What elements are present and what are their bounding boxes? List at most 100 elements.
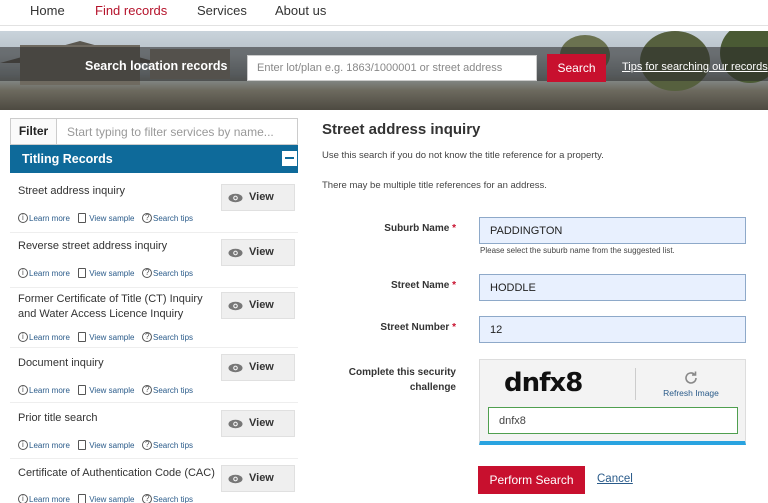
service-filter: Filter: [10, 118, 298, 145]
search-tips-link[interactable]: Tips for searching our records: [622, 61, 768, 73]
captcha-image: dnfx8: [504, 368, 583, 398]
nav-home[interactable]: Home: [30, 3, 65, 18]
help-icon: [142, 213, 152, 223]
captcha-divider: [635, 368, 636, 400]
suburb-input[interactable]: [479, 217, 746, 244]
view-label: View: [249, 191, 274, 203]
view-label: View: [249, 472, 274, 484]
search-tips-link[interactable]: Search tips: [142, 268, 193, 278]
perform-search-button[interactable]: Perform Search: [478, 466, 585, 494]
security-challenge: dnfx8 Refresh Image: [479, 359, 746, 445]
nav-services[interactable]: Services: [197, 3, 247, 18]
info-icon: [18, 268, 28, 278]
document-icon: [78, 440, 86, 450]
help-icon: [142, 385, 152, 395]
search-tips-link[interactable]: Search tips: [142, 494, 193, 503]
document-icon: [78, 332, 86, 342]
captcha-input[interactable]: [488, 407, 738, 434]
intro-note: There may be multiple title references f…: [322, 180, 547, 191]
document-icon: [78, 494, 86, 503]
street-input[interactable]: [479, 274, 746, 301]
service-title: Prior title search: [18, 412, 98, 424]
eye-icon: [228, 248, 243, 258]
service-item: Street address inquiry View Learn more V…: [10, 180, 298, 233]
help-icon: [142, 268, 152, 278]
view-button[interactable]: View: [221, 410, 295, 437]
refresh-image-button[interactable]: Refresh Image: [656, 370, 726, 402]
view-sample-link[interactable]: View sample: [78, 494, 134, 503]
search-location-label: Search location records: [85, 59, 228, 73]
service-item: Prior title search View Learn more View …: [10, 407, 298, 459]
search-tips-link[interactable]: Search tips: [142, 213, 193, 223]
suburb-label: Suburb Name *: [384, 223, 456, 234]
search-tips-link[interactable]: Search tips: [142, 332, 193, 342]
info-icon: [18, 385, 28, 395]
nav-find-records[interactable]: Find records: [95, 3, 167, 18]
intro-text: Use this search if you do not know the t…: [322, 150, 604, 161]
search-tips-link[interactable]: Search tips: [142, 385, 193, 395]
street-number-label: Street Number *: [380, 322, 456, 333]
view-label: View: [249, 417, 274, 429]
view-sample-link[interactable]: View sample: [78, 332, 134, 342]
filter-input[interactable]: [58, 119, 296, 144]
collapse-icon[interactable]: [282, 151, 297, 166]
info-icon: [18, 494, 28, 503]
top-navigation: Home Find records Services About us: [0, 0, 768, 26]
view-button[interactable]: View: [221, 239, 295, 266]
eye-icon: [228, 474, 243, 484]
service-title: Former Certificate of Title (CT) Inquiry…: [18, 293, 203, 320]
info-icon: [18, 440, 28, 450]
location-search-input[interactable]: [247, 55, 537, 81]
learn-more-link[interactable]: Learn more: [18, 268, 70, 278]
nav-about-us[interactable]: About us: [275, 3, 326, 18]
view-sample-link[interactable]: View sample: [78, 385, 134, 395]
cancel-link[interactable]: Cancel: [597, 473, 633, 485]
eye-icon: [228, 363, 243, 373]
service-title: Street address inquiry: [18, 185, 125, 197]
eye-icon: [228, 301, 243, 311]
refresh-icon: [685, 371, 697, 384]
refresh-label: Refresh Image: [663, 388, 719, 398]
service-item: Former Certificate of Title (CT) Inquiry…: [10, 290, 298, 348]
document-icon: [78, 268, 86, 278]
street-number-input[interactable]: [479, 316, 746, 343]
info-icon: [18, 332, 28, 342]
service-title: Certificate of Authentication Code (CAC): [18, 467, 215, 479]
service-item: Document inquiry View Learn more View sa…: [10, 352, 298, 403]
filter-label: Filter: [11, 119, 57, 144]
search-button[interactable]: Search: [547, 54, 606, 82]
view-label: View: [249, 246, 274, 258]
service-item: Reverse street address inquiry View Lear…: [10, 235, 298, 288]
view-button[interactable]: View: [221, 465, 295, 492]
search-tips-link[interactable]: Search tips: [142, 440, 193, 450]
document-icon: [78, 385, 86, 395]
view-label: View: [249, 361, 274, 373]
hero-banner: Search location records Search Tips for …: [0, 31, 768, 110]
learn-more-link[interactable]: Learn more: [18, 213, 70, 223]
eye-icon: [228, 419, 243, 429]
view-sample-link[interactable]: View sample: [78, 268, 134, 278]
view-sample-link[interactable]: View sample: [78, 440, 134, 450]
learn-more-link[interactable]: Learn more: [18, 440, 70, 450]
help-icon: [142, 494, 152, 503]
group-title: Titling Records: [22, 152, 113, 166]
learn-more-link[interactable]: Learn more: [18, 385, 70, 395]
view-sample-link[interactable]: View sample: [78, 213, 134, 223]
help-icon: [142, 440, 152, 450]
document-icon: [78, 213, 86, 223]
help-icon: [142, 332, 152, 342]
service-title: Document inquiry: [18, 357, 104, 369]
learn-more-link[interactable]: Learn more: [18, 332, 70, 342]
view-button[interactable]: View: [221, 292, 295, 319]
view-label: View: [249, 299, 274, 311]
titling-records-header[interactable]: Titling Records: [10, 145, 298, 173]
eye-icon: [228, 193, 243, 203]
info-icon: [18, 213, 28, 223]
suburb-hint: Please select the suburb name from the s…: [480, 246, 675, 255]
learn-more-link[interactable]: Learn more: [18, 494, 70, 503]
service-title: Reverse street address inquiry: [18, 240, 168, 252]
view-button[interactable]: View: [221, 184, 295, 211]
captcha-label: Complete this security challenge: [348, 367, 456, 393]
street-label: Street Name *: [390, 280, 456, 291]
service-item: Certificate of Authentication Code (CAC)…: [10, 462, 298, 503]
